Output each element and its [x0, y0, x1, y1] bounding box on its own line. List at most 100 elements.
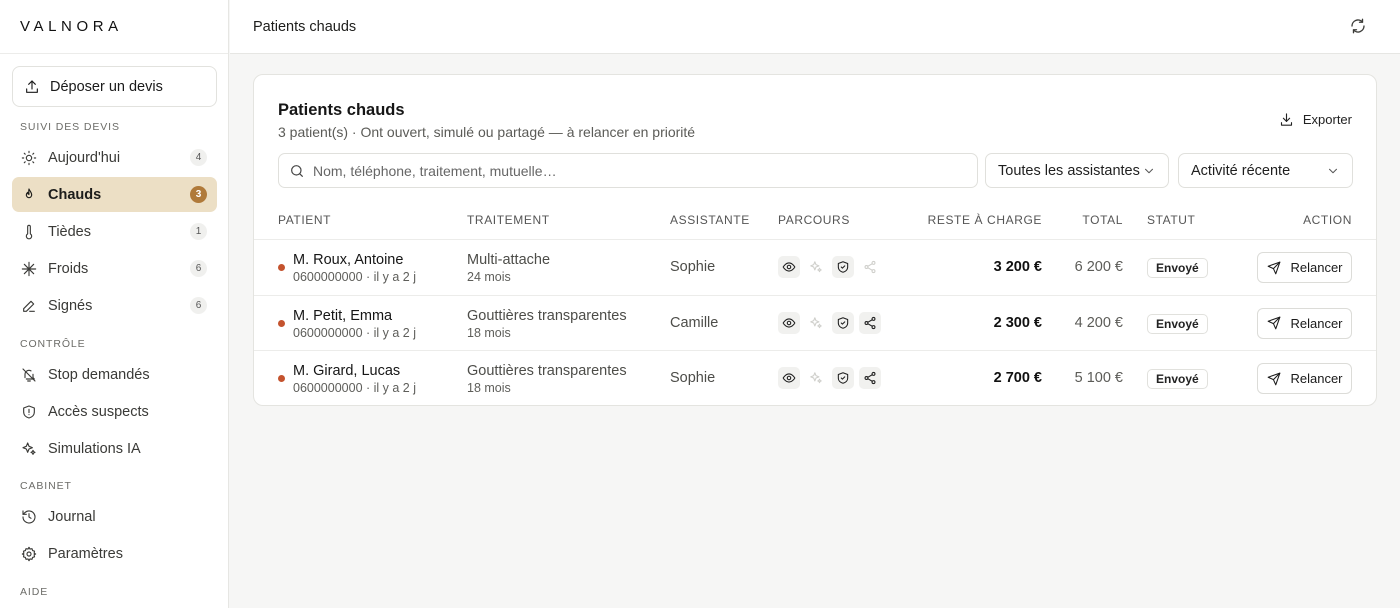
column-header-assistant: ASSISTANTE: [670, 213, 750, 227]
relaunch-label: Relancer: [1290, 315, 1343, 331]
column-header-patient: PATIENT: [278, 213, 332, 227]
send-icon: [1266, 260, 1282, 276]
table-row[interactable]: M. Petit, Emma 0600000000 · il y a 2 j G…: [254, 294, 1376, 351]
patient-meta: 0600000000 · il y a 2 j: [293, 381, 417, 395]
total-amount: 4 200 €: [1074, 314, 1123, 331]
column-header-action: ACTION: [1303, 213, 1352, 227]
sparkles-icon: [21, 441, 37, 457]
chevron-down-icon: [1326, 164, 1340, 178]
assistant-name: Sophie: [670, 259, 716, 275]
patient-meta: 0600000000 · il y a 2 j: [293, 270, 417, 284]
sidebar: VALNORA Déposer un devis SUIVI DES DEVIS…: [0, 0, 229, 608]
download-icon: [1279, 111, 1295, 127]
shield-check-icon: [832, 311, 854, 334]
journey-icons: [778, 367, 881, 389]
treatment-name: Gouttières transparentes: [467, 307, 627, 324]
patient-meta: 0600000000 · il y a 2 j: [293, 325, 417, 340]
eye-icon: [778, 256, 800, 278]
status-badge: Envoyé: [1147, 258, 1208, 278]
sparkles-icon: [805, 256, 827, 278]
search-box[interactable]: [278, 153, 978, 188]
patient-name[interactable]: M. Girard, Lucas: [293, 363, 400, 379]
remaining-amount: 3 200 €: [993, 259, 1042, 275]
sidebar-item-hot[interactable]: Chauds 3: [12, 177, 217, 212]
journey-icons: [778, 256, 881, 278]
history-icon: [21, 509, 37, 525]
section-label-controle: CONTRÔLE: [20, 338, 86, 350]
sparkles-icon: [805, 367, 827, 389]
count-badge: 6: [190, 297, 207, 314]
section-label-cabinet: CABINET: [20, 480, 72, 492]
journey-icons: [778, 311, 881, 334]
assistant-filter-select[interactable]: Toutes les assistantes: [985, 153, 1169, 188]
sidebar-item-today[interactable]: Aujourd'hui 4: [12, 140, 217, 175]
sidebar-item-label: Aujourd'hui: [48, 149, 121, 166]
relaunch-label: Relancer: [1290, 371, 1343, 386]
relaunch-button[interactable]: Relancer: [1257, 363, 1352, 394]
patient-name[interactable]: M. Petit, Emma: [293, 308, 392, 324]
treatment-name: Gouttières transparentes: [467, 363, 627, 379]
chevron-down-icon: [1142, 164, 1156, 178]
search-input[interactable]: [313, 162, 953, 179]
relaunch-button[interactable]: Relancer: [1257, 307, 1352, 339]
sidebar-item-stop-requests[interactable]: Stop demandés: [12, 357, 217, 392]
sidebar-item-signed[interactable]: Signés 6: [12, 288, 217, 323]
pen-icon: [21, 298, 37, 314]
sidebar-item-label: Accès suspects: [48, 403, 149, 420]
send-icon: [1266, 315, 1282, 331]
bell-off-icon: [21, 367, 37, 383]
sun-icon: [21, 150, 37, 166]
total-amount: 5 100 €: [1074, 370, 1123, 386]
sort-select[interactable]: Activité récente: [1178, 153, 1353, 188]
share-icon: [859, 311, 881, 334]
remaining-amount: 2 300 €: [993, 314, 1042, 331]
upload-quote-button[interactable]: Déposer un devis: [12, 66, 217, 107]
send-icon: [1266, 371, 1282, 387]
top-bar: Patients chauds: [230, 0, 1400, 54]
table-row[interactable]: M. Girard, Lucas 0600000000 · il y a 2 j…: [254, 350, 1376, 406]
remaining-amount: 2 700 €: [993, 370, 1042, 386]
search-icon: [289, 163, 305, 179]
count-badge: 1: [190, 223, 207, 240]
sidebar-item-journal[interactable]: Journal: [12, 499, 217, 534]
card-title: Patients chauds: [278, 101, 405, 119]
shield-check-icon: [832, 256, 854, 278]
hot-patients-card: Patients chauds 3 patient(s) · Ont ouver…: [253, 74, 1377, 406]
sidebar-item-label: Tièdes: [48, 223, 91, 240]
export-label: Exporter: [1302, 111, 1352, 127]
assistant-name: Camille: [670, 314, 719, 331]
section-label-aide: AIDE: [20, 586, 49, 598]
status-badge: Envoyé: [1147, 369, 1208, 389]
treatment-duration: 24 mois: [467, 270, 511, 284]
patient-name[interactable]: M. Roux, Antoine: [293, 252, 403, 268]
hot-status-dot: [278, 264, 285, 271]
eye-icon: [778, 311, 800, 334]
treatment-duration: 18 mois: [467, 325, 511, 340]
sidebar-item-ai-simulations[interactable]: Simulations IA: [12, 431, 217, 466]
eye-icon: [778, 367, 800, 389]
column-header-status: STATUT: [1147, 213, 1196, 227]
count-badge: 6: [190, 260, 207, 277]
refresh-icon[interactable]: [1349, 17, 1369, 37]
sidebar-item-label: Simulations IA: [48, 440, 141, 457]
sidebar-item-warm[interactable]: Tièdes 1: [12, 214, 217, 249]
table-row[interactable]: M. Roux, Antoine 0600000000 · il y a 2 j…: [254, 239, 1376, 295]
column-header-treatment: TRAITEMENT: [467, 213, 550, 227]
column-header-remaining: RESTE À CHARGE: [927, 213, 1042, 227]
gear-icon: [21, 546, 37, 562]
relaunch-button[interactable]: Relancer: [1257, 252, 1352, 283]
snowflake-icon: [21, 261, 37, 277]
assistant-filter-value: Toutes les assistantes: [998, 162, 1140, 179]
sidebar-item-suspicious-access[interactable]: Accès suspects: [12, 394, 217, 429]
sidebar-item-cold[interactable]: Froids 6: [12, 251, 217, 286]
brand-logo: VALNORA: [0, 0, 228, 54]
sidebar-item-label: Journal: [48, 508, 96, 525]
sidebar-item-settings[interactable]: Paramètres: [12, 536, 217, 571]
column-header-total: TOTAL: [1082, 213, 1123, 227]
thermometer-icon: [21, 224, 37, 240]
export-button[interactable]: Exporter: [1279, 111, 1352, 127]
relaunch-label: Relancer: [1290, 260, 1343, 275]
hot-status-dot: [278, 375, 285, 382]
sort-value: Activité récente: [1191, 162, 1291, 179]
sidebar-item-label: Stop demandés: [48, 366, 150, 383]
